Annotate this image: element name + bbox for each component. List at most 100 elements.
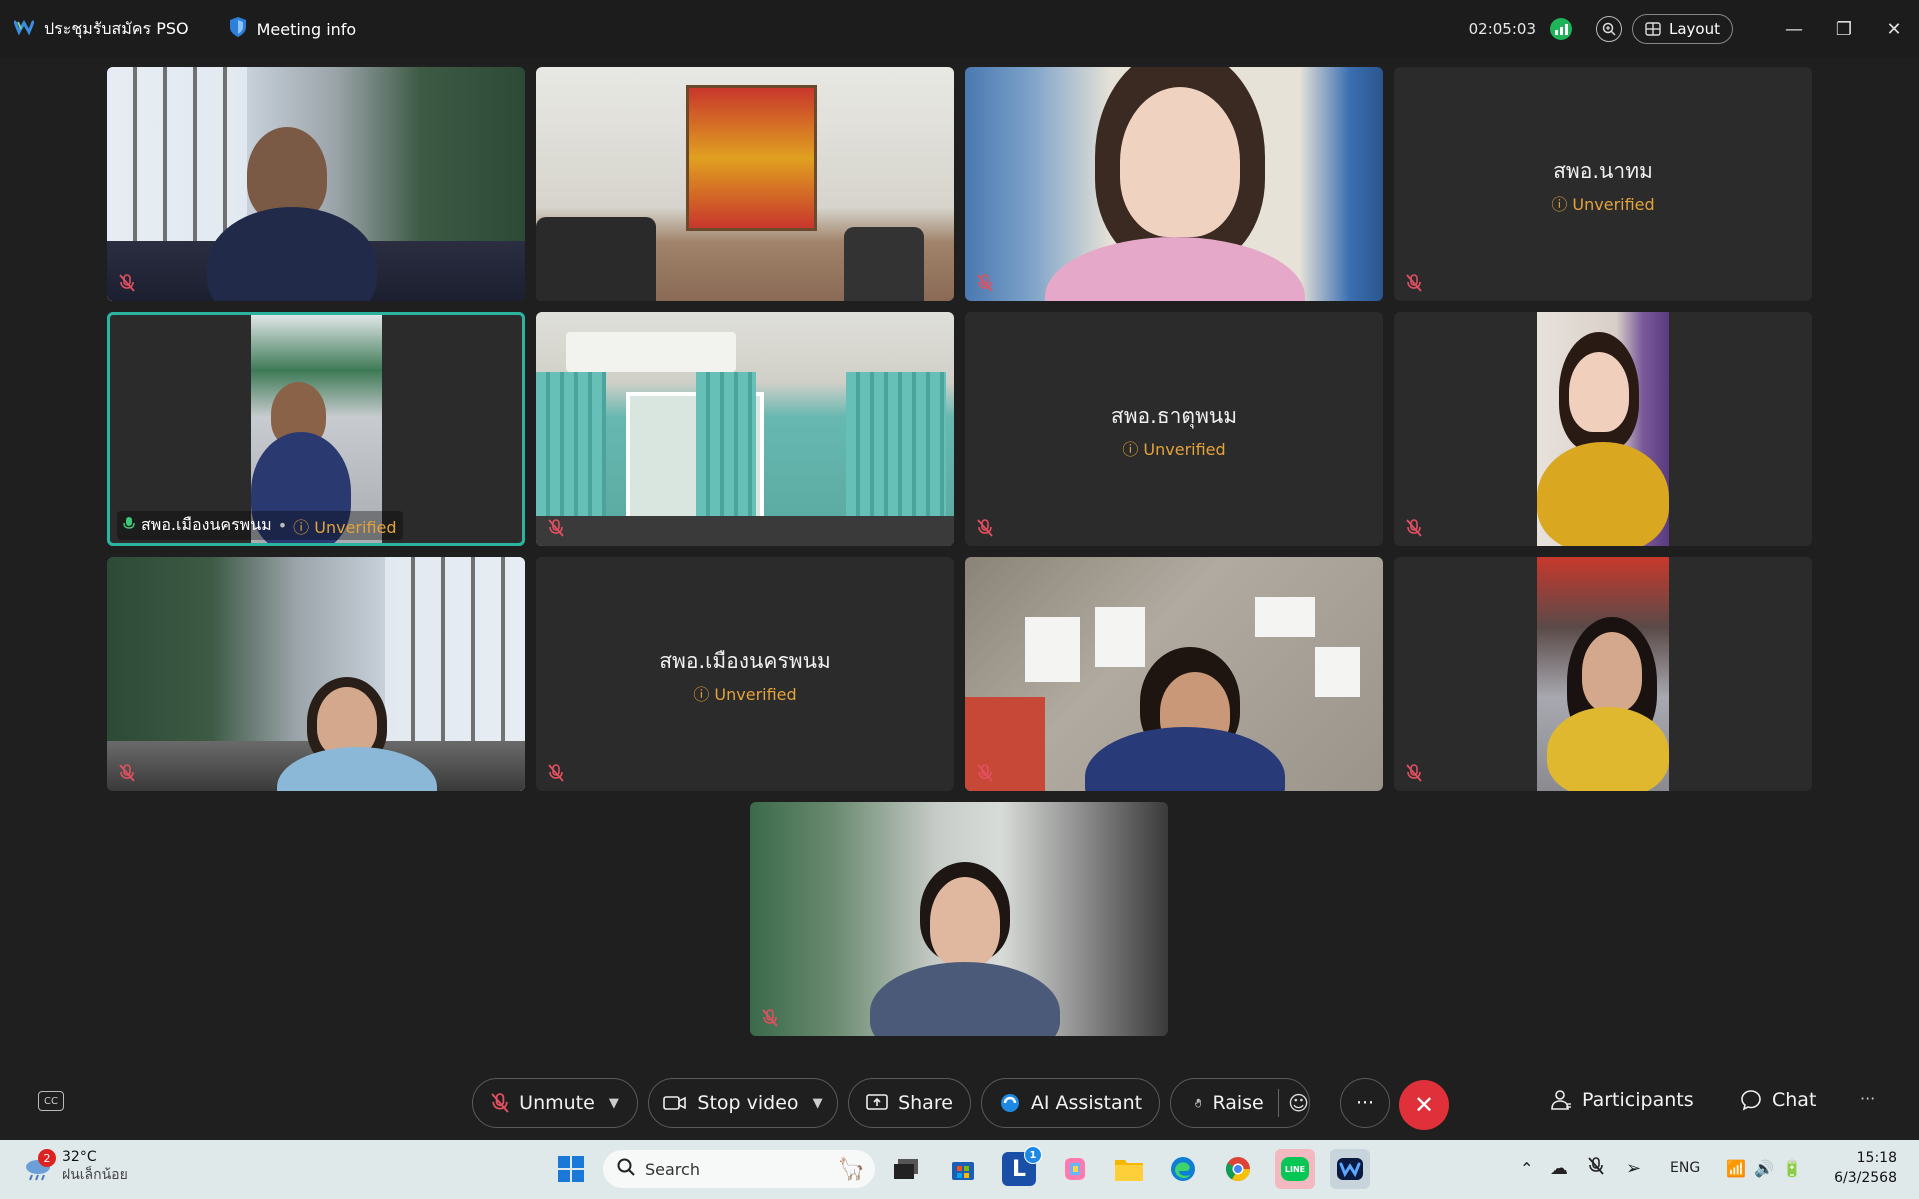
participant-tile[interactable] bbox=[1394, 312, 1812, 546]
title-bar: ประชุมรับสมัคร PSO Meeting info 02:05:03… bbox=[0, 0, 1919, 58]
unmute-button[interactable]: Unmute ▼ bbox=[472, 1078, 638, 1128]
participant-tile[interactable] bbox=[965, 557, 1383, 791]
meeting-name: ประชุมรับสมัคร PSO bbox=[44, 18, 189, 38]
participant-video bbox=[107, 557, 525, 791]
overflow-menu-icon[interactable]: ··· bbox=[1860, 1089, 1875, 1108]
share-button[interactable]: Share bbox=[848, 1078, 971, 1128]
chevron-up-icon[interactable]: ⌃ bbox=[1520, 1159, 1550, 1178]
wifi-icon[interactable]: 📶 bbox=[1726, 1159, 1754, 1178]
search-icon bbox=[617, 1158, 635, 1180]
ai-assistant-button[interactable]: AI Assistant bbox=[981, 1078, 1160, 1128]
unverified-status: ⓘ Unverified bbox=[693, 685, 797, 704]
search-placeholder: Search bbox=[645, 1159, 700, 1179]
search-highlight-icon: 🦙 bbox=[837, 1156, 865, 1182]
taskbar-search[interactable]: Search 🦙 bbox=[603, 1150, 875, 1188]
system-tray: ⌃ ☁ ➢ ENG 📶 🔊 🔋 bbox=[1520, 1156, 1810, 1180]
weather-desc: ฝนเล็กน้อย bbox=[62, 1167, 128, 1183]
share-label: Share bbox=[898, 1092, 953, 1114]
muted-mic-icon bbox=[491, 1093, 509, 1113]
layout-button[interactable]: Layout bbox=[1632, 14, 1733, 44]
minimize-icon[interactable]: — bbox=[1769, 19, 1819, 40]
more-icon: ··· bbox=[1355, 1092, 1375, 1114]
participant-tile[interactable]: สพอ.เมืองนครพนม ⓘ Unverified bbox=[536, 557, 954, 791]
volume-icon[interactable]: 🔊 bbox=[1754, 1159, 1782, 1178]
muted-mic-icon bbox=[1404, 273, 1424, 293]
edge-browser-icon[interactable] bbox=[1166, 1152, 1200, 1186]
meeting-info-link[interactable]: Meeting info bbox=[257, 20, 357, 39]
meeting-controls: CC Unmute ▼ Stop video ▼ Share AI Assist… bbox=[0, 1075, 1919, 1135]
unverified-status: ⓘ Unverified bbox=[1551, 195, 1655, 214]
unverified-status: ⓘ Unverified bbox=[1122, 440, 1226, 459]
clock-time: 15:18 bbox=[1856, 1150, 1897, 1166]
participant-tile[interactable] bbox=[965, 67, 1383, 301]
muted-mic-icon bbox=[1404, 518, 1424, 538]
line-app-icon[interactable]: LINE bbox=[1275, 1149, 1315, 1189]
webex-taskbar-icon[interactable] bbox=[1330, 1149, 1370, 1189]
microphone-muted-icon[interactable] bbox=[1588, 1156, 1626, 1180]
participant-tile-active-speaker[interactable]: สพอ.เมืองนครพนม • ⓘ Unverified bbox=[107, 312, 525, 546]
muted-mic-icon bbox=[975, 763, 995, 783]
location-icon[interactable]: ➢ bbox=[1626, 1158, 1670, 1179]
raise-hand-button[interactable]: Raise ☺ bbox=[1170, 1078, 1310, 1128]
ai-assistant-label: AI Assistant bbox=[1030, 1092, 1143, 1114]
participant-tile[interactable] bbox=[536, 312, 954, 546]
stop-video-button[interactable]: Stop video ▼ bbox=[648, 1078, 838, 1128]
chrome-browser-icon[interactable] bbox=[1221, 1152, 1255, 1186]
language-indicator[interactable]: ENG bbox=[1670, 1160, 1726, 1176]
leave-meeting-button[interactable]: ✕ bbox=[1399, 1080, 1449, 1130]
chevron-down-icon[interactable]: ▼ bbox=[609, 1096, 619, 1111]
participant-tile[interactable] bbox=[107, 557, 525, 791]
chat-button[interactable]: Chat bbox=[1740, 1089, 1816, 1111]
muted-mic-icon bbox=[117, 273, 137, 293]
close-icon[interactable]: ✕ bbox=[1869, 19, 1919, 40]
self-view-tile[interactable] bbox=[750, 802, 1168, 1036]
active-mic-icon bbox=[123, 516, 135, 536]
webex-logo-icon bbox=[13, 19, 35, 39]
notification-badge: 1 bbox=[1024, 1146, 1042, 1164]
weather-temp: 32°C bbox=[62, 1149, 97, 1165]
participant-tile[interactable] bbox=[1394, 557, 1812, 791]
muted-mic-icon bbox=[546, 518, 566, 538]
task-view-icon[interactable] bbox=[889, 1152, 923, 1186]
participants-button[interactable]: Participants bbox=[1550, 1089, 1694, 1111]
rain-cloud-icon: 2 bbox=[22, 1149, 56, 1181]
muted-mic-icon bbox=[975, 273, 995, 293]
participant-tile[interactable] bbox=[107, 67, 525, 301]
participant-video bbox=[965, 557, 1383, 791]
video-camera-icon bbox=[663, 1096, 687, 1110]
network-signal-icon[interactable] bbox=[1550, 18, 1572, 40]
chevron-down-icon[interactable]: ▼ bbox=[813, 1096, 823, 1111]
participant-video bbox=[536, 67, 954, 301]
restore-icon[interactable]: ❐ bbox=[1819, 19, 1869, 40]
participant-video bbox=[536, 312, 954, 546]
taskbar-clock[interactable]: 15:18 6/3/2568 bbox=[1834, 1148, 1897, 1188]
participant-tile[interactable]: สพอ.ธาตุพนม ⓘ Unverified bbox=[965, 312, 1383, 546]
muted-mic-icon bbox=[546, 763, 566, 783]
more-options-button[interactable]: ··· bbox=[1340, 1078, 1390, 1128]
muted-mic-icon bbox=[1404, 763, 1424, 783]
l-app-icon[interactable]: L1 bbox=[1002, 1146, 1042, 1186]
windows-taskbar: 2 32°C ฝนเล็กน้อย Search 🦙 L1 LINE ⌃ ☁ ➢… bbox=[0, 1140, 1919, 1199]
windows-start-icon[interactable] bbox=[554, 1152, 588, 1186]
participant-tile[interactable] bbox=[536, 67, 954, 301]
zoom-icon[interactable] bbox=[1596, 16, 1622, 42]
participant-video bbox=[107, 67, 525, 301]
onedrive-offline-icon[interactable]: ☁ bbox=[1550, 1158, 1588, 1179]
clock-date: 6/3/2568 bbox=[1834, 1170, 1897, 1186]
microsoft-store-icon[interactable] bbox=[946, 1152, 980, 1186]
copilot-icon[interactable] bbox=[1058, 1152, 1092, 1186]
reactions-icon[interactable]: ☺ bbox=[1288, 1091, 1309, 1115]
battery-icon[interactable]: 🔋 bbox=[1782, 1159, 1810, 1178]
participant-video bbox=[965, 67, 1383, 301]
participant-name: สพอ.เมืองนครพนม bbox=[141, 515, 272, 534]
weather-widget[interactable]: 2 32°C ฝนเล็กน้อย bbox=[22, 1148, 128, 1184]
self-view-video bbox=[750, 802, 1168, 1036]
participant-tile[interactable]: สพอ.นาทม ⓘ Unverified bbox=[1394, 67, 1812, 301]
participant-name: สพอ.ธาตุพนม bbox=[1110, 404, 1238, 428]
shield-icon[interactable] bbox=[229, 16, 247, 42]
chat-label: Chat bbox=[1772, 1089, 1817, 1111]
person-icon bbox=[1551, 1090, 1571, 1110]
file-explorer-icon[interactable] bbox=[1112, 1152, 1146, 1186]
closed-captions-icon[interactable]: CC bbox=[38, 1091, 64, 1111]
stop-video-label: Stop video bbox=[697, 1092, 799, 1114]
